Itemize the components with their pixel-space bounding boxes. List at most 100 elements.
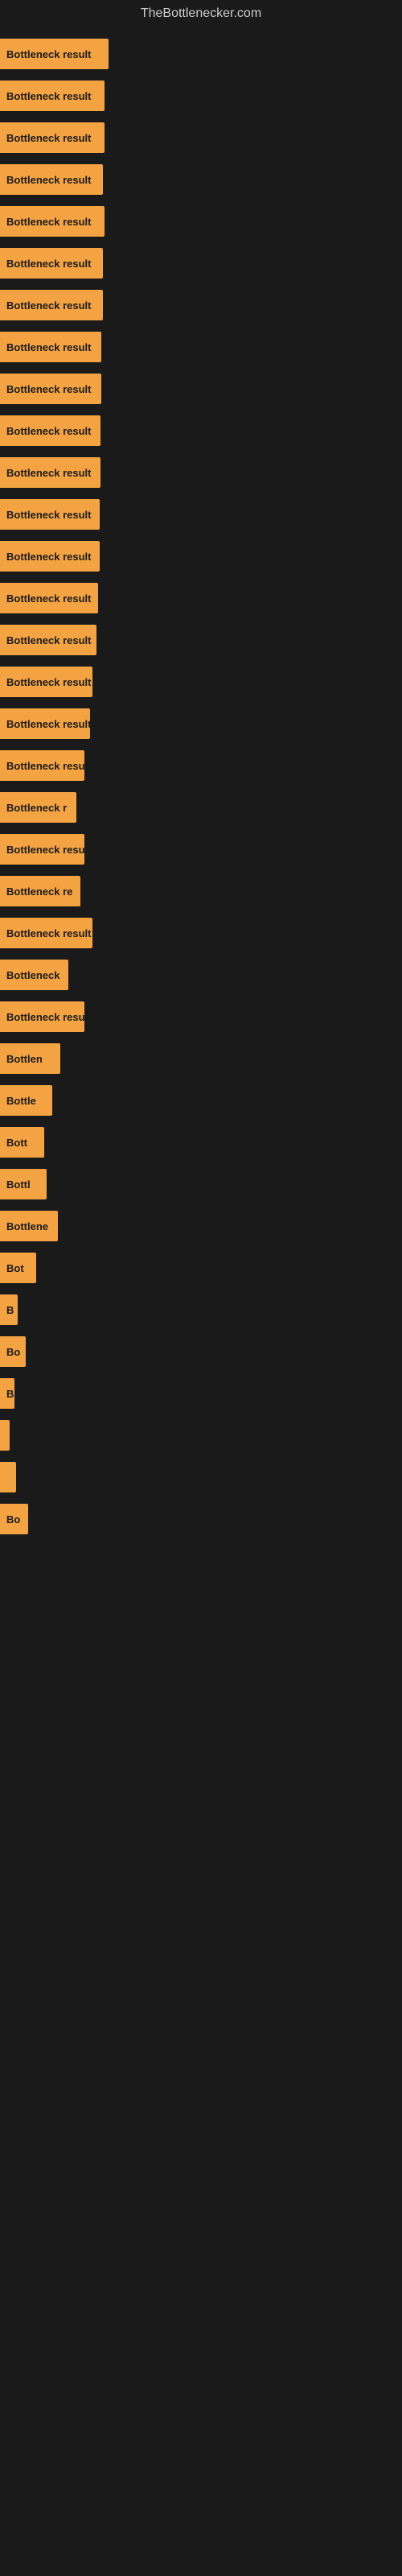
result-bar: B: [0, 1378, 14, 1409]
result-bar: Bottleneck result: [0, 918, 92, 948]
result-bar: Bottleneck result: [0, 625, 96, 655]
bar-label: Bottleneck result: [6, 425, 91, 437]
result-bar: Bottleneck result: [0, 499, 100, 530]
bar-row: Bottleneck: [0, 956, 402, 993]
result-bar: Bottlene: [0, 1211, 58, 1241]
result-bar: Bottleneck result: [0, 415, 100, 446]
bar-label: Bottleneck: [6, 969, 59, 981]
bar-row: Bottleneck result: [0, 370, 402, 407]
result-bar: Bottleneck result: [0, 39, 109, 69]
result-bar: Bottleneck resu: [0, 834, 84, 865]
result-bar: Bottleneck result: [0, 457, 100, 488]
bar-row: Bottleneck r: [0, 789, 402, 826]
bar-label: Bottl: [6, 1179, 31, 1191]
bar-row: Bottleneck resu: [0, 747, 402, 784]
bar-row: Bottleneck result: [0, 914, 402, 952]
bar-row: Bottleneck resu: [0, 998, 402, 1035]
bar-label: Bottleneck resu: [6, 844, 84, 856]
bar-row: Bottleneck result: [0, 705, 402, 742]
bar-label: Bottleneck result: [6, 551, 91, 563]
bar-label: Bottleneck result: [6, 467, 91, 479]
bar-label: Bottleneck result: [6, 634, 91, 646]
result-bar: B: [0, 1294, 18, 1325]
bar-row: Bottleneck resu: [0, 831, 402, 868]
bar-row: Bottleneck result: [0, 287, 402, 324]
bar-row: [0, 1459, 402, 1496]
bar-label: Bo: [6, 1513, 20, 1525]
bar-label: Bottleneck resu: [6, 760, 84, 772]
result-bar: Bo: [0, 1336, 26, 1367]
result-bar: Bottlen: [0, 1043, 60, 1074]
result-bar: Bottleneck result: [0, 164, 103, 195]
bar-row: Bottleneck result: [0, 161, 402, 198]
bar-row: Bottl: [0, 1166, 402, 1203]
result-bar: Bottleneck result: [0, 667, 92, 697]
bar-row: Bottle: [0, 1082, 402, 1119]
bar-label: Bottleneck r: [6, 802, 67, 814]
bar-label: Bottleneck result: [6, 90, 91, 102]
result-bar: Bottleneck resu: [0, 1001, 84, 1032]
bar-label: Bottleneck result: [6, 341, 91, 353]
result-bar: Bottleneck result: [0, 708, 90, 739]
bar-label: Bott: [6, 1137, 27, 1149]
bar-row: Bottleneck result: [0, 580, 402, 617]
bar-row: Bo: [0, 1333, 402, 1370]
bar-row: Bottlen: [0, 1040, 402, 1077]
result-bar: Bot: [0, 1253, 36, 1283]
result-bar: Bottleneck re: [0, 876, 80, 906]
result-bar: Bottleneck result: [0, 374, 101, 404]
bar-label: Bot: [6, 1262, 24, 1274]
bar-label: Bottleneck result: [6, 509, 91, 521]
result-bar: Bottle: [0, 1085, 52, 1116]
bar-label: Bottleneck result: [6, 216, 91, 228]
result-bar: Bottleneck result: [0, 80, 105, 111]
bar-label: Bottleneck result: [6, 132, 91, 144]
bar-row: [0, 1417, 402, 1454]
result-bar: Bottl: [0, 1169, 47, 1199]
bar-label: Bottleneck result: [6, 592, 91, 605]
bar-label: Bottleneck result: [6, 48, 91, 60]
bar-label: Bottleneck result: [6, 927, 91, 939]
bar-label: Bottleneck result: [6, 676, 91, 688]
bar-label: Bottleneck resu: [6, 1011, 84, 1023]
bar-label: Bottleneck result: [6, 299, 91, 312]
bar-row: Bottleneck result: [0, 328, 402, 365]
bar-row: Bottleneck result: [0, 119, 402, 156]
result-bar: Bottleneck result: [0, 206, 105, 237]
bar-label: Bottleneck result: [6, 718, 90, 730]
result-bar: Bottleneck result: [0, 332, 101, 362]
bar-label: B: [6, 1304, 14, 1316]
bar-label: Bottlen: [6, 1053, 43, 1065]
result-bar: Bottleneck resu: [0, 750, 84, 781]
bar-label: Bo: [6, 1346, 20, 1358]
bar-row: Bottleneck result: [0, 496, 402, 533]
bar-row: Bottleneck result: [0, 35, 402, 72]
bar-row: Bottleneck result: [0, 203, 402, 240]
bar-row: Bottleneck re: [0, 873, 402, 910]
bar-row: Bot: [0, 1249, 402, 1286]
result-bar: Bottleneck result: [0, 290, 103, 320]
bar-row: Bo: [0, 1501, 402, 1538]
bars-container: Bottleneck result Bottleneck result Bottle…: [0, 27, 402, 1550]
result-bar: [0, 1462, 16, 1492]
bar-label: Bottleneck result: [6, 383, 91, 395]
result-bar: Bottleneck: [0, 960, 68, 990]
result-bar: Bott: [0, 1127, 44, 1158]
bar-row: B: [0, 1291, 402, 1328]
bar-row: Bottleneck result: [0, 77, 402, 114]
bar-row: Bottleneck result: [0, 245, 402, 282]
bar-row: B: [0, 1375, 402, 1412]
bar-label: B: [6, 1388, 14, 1400]
bar-label: Bottleneck re: [6, 886, 72, 898]
bar-row: Bottlene: [0, 1208, 402, 1245]
bar-row: Bottleneck result: [0, 412, 402, 449]
bar-row: Bottleneck result: [0, 621, 402, 658]
result-bar: Bottleneck result: [0, 583, 98, 613]
bar-label: Bottleneck result: [6, 174, 91, 186]
result-bar: Bottleneck result: [0, 248, 103, 279]
bar-row: Bottleneck result: [0, 454, 402, 491]
result-bar: [0, 1420, 10, 1451]
bar-row: Bott: [0, 1124, 402, 1161]
site-title: TheBottlenecker.com: [0, 0, 402, 27]
bar-label: Bottle: [6, 1095, 36, 1107]
